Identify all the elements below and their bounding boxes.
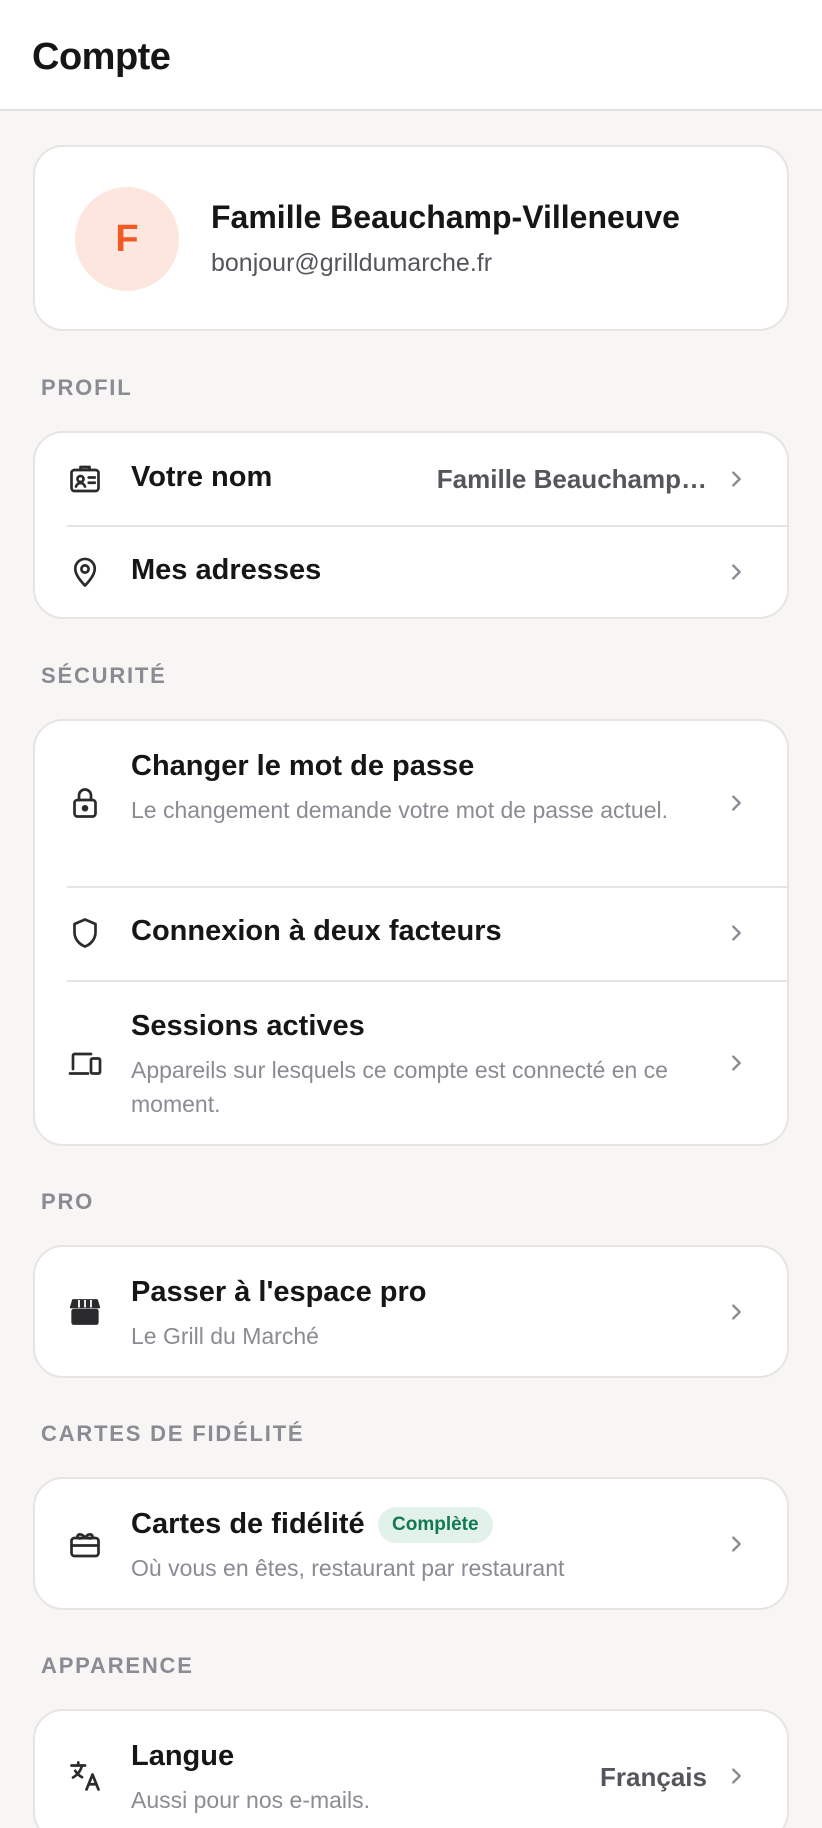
section-label-pro: PRO bbox=[41, 1189, 95, 1214]
row-title: Mes adresses bbox=[131, 554, 322, 586]
chevron-right-icon bbox=[725, 922, 747, 944]
chevron-right-icon bbox=[725, 468, 747, 490]
row-title: Cartes de fidélité bbox=[131, 1508, 365, 1540]
map-pin-icon bbox=[67, 554, 103, 590]
apparence-card: Langue Aussi pour nos e-mails. Français bbox=[33, 1709, 789, 1828]
chevron-right-icon bbox=[725, 1765, 747, 1787]
devices-icon bbox=[67, 1045, 103, 1081]
row-title: Sessions actives bbox=[131, 1010, 365, 1042]
section-label-apparence: APPARENCE bbox=[41, 1653, 194, 1678]
section-label-fidelite: CARTES DE FIDÉLITÉ bbox=[41, 1421, 305, 1446]
avatar: F bbox=[75, 187, 179, 291]
storefront-icon bbox=[67, 1294, 103, 1330]
securite-card: Changer le mot de passe Le changement de… bbox=[33, 719, 789, 1146]
chevron-right-icon bbox=[725, 1301, 747, 1323]
lock-icon bbox=[67, 785, 103, 821]
id-card-icon bbox=[67, 461, 103, 497]
row-langue[interactable]: Langue Aussi pour nos e-mails. Français bbox=[35, 1711, 787, 1828]
row-subtitle: Le Grill du Marché bbox=[131, 1323, 319, 1349]
row-value: Français bbox=[600, 1762, 707, 1792]
app-header: Compte bbox=[0, 0, 822, 111]
status-badge: Complète bbox=[378, 1507, 493, 1543]
chevron-right-icon bbox=[725, 1533, 747, 1555]
row-title: Changer le mot de passe bbox=[131, 750, 475, 782]
row-cartes-fidelite[interactable]: Cartes de fidélité Complète Où vous en ê… bbox=[35, 1479, 787, 1608]
profile-email: bonjour@grilldumarche.fr bbox=[211, 249, 493, 277]
section-label-securite: SÉCURITÉ bbox=[41, 663, 167, 688]
row-sessions-actives[interactable]: Sessions actives Appareils sur lesquels … bbox=[35, 982, 787, 1144]
profile-name: Famille Beauchamp-Villeneuve bbox=[211, 199, 680, 235]
shield-icon bbox=[67, 915, 103, 951]
row-votre-nom[interactable]: Votre nom Famille Beauchamp… bbox=[35, 433, 787, 526]
row-title: Connexion à deux facteurs bbox=[131, 915, 502, 947]
translate-icon bbox=[67, 1758, 103, 1794]
gift-card-icon bbox=[67, 1526, 103, 1562]
page-title: Compte bbox=[32, 36, 171, 78]
profile-card[interactable]: F Famille Beauchamp-Villeneuve bonjour@g… bbox=[33, 145, 789, 331]
row-subtitle: Le changement demande votre mot de passe… bbox=[131, 797, 669, 823]
row-title: Votre nom bbox=[131, 461, 273, 493]
row-subtitle: Appareils sur lesquels ce compte est con… bbox=[131, 1057, 668, 1117]
row-deux-facteurs[interactable]: Connexion à deux facteurs bbox=[35, 888, 787, 980]
chevron-right-icon bbox=[725, 1052, 747, 1074]
chevron-right-icon bbox=[725, 561, 747, 583]
row-title: Passer à l'espace pro bbox=[131, 1276, 427, 1308]
profil-card: Votre nom Famille Beauchamp… Mes adresse… bbox=[33, 431, 789, 619]
row-subtitle: Où vous en êtes, restaurant par restaura… bbox=[131, 1555, 565, 1581]
row-mes-adresses[interactable]: Mes adresses bbox=[35, 527, 787, 617]
chevron-right-icon bbox=[725, 792, 747, 814]
section-label-profil: PROFIL bbox=[41, 375, 133, 400]
row-value: Famille Beauchamp… bbox=[436, 464, 707, 494]
row-espace-pro[interactable]: Passer à l'espace pro Le Grill du Marché bbox=[35, 1247, 787, 1376]
fidelite-card: Cartes de fidélité Complète Où vous en ê… bbox=[33, 1477, 789, 1610]
row-changer-mot-de-passe[interactable]: Changer le mot de passe Le changement de… bbox=[35, 721, 787, 886]
pro-card: Passer à l'espace pro Le Grill du Marché bbox=[33, 1245, 789, 1378]
row-title: Langue bbox=[131, 1740, 235, 1772]
